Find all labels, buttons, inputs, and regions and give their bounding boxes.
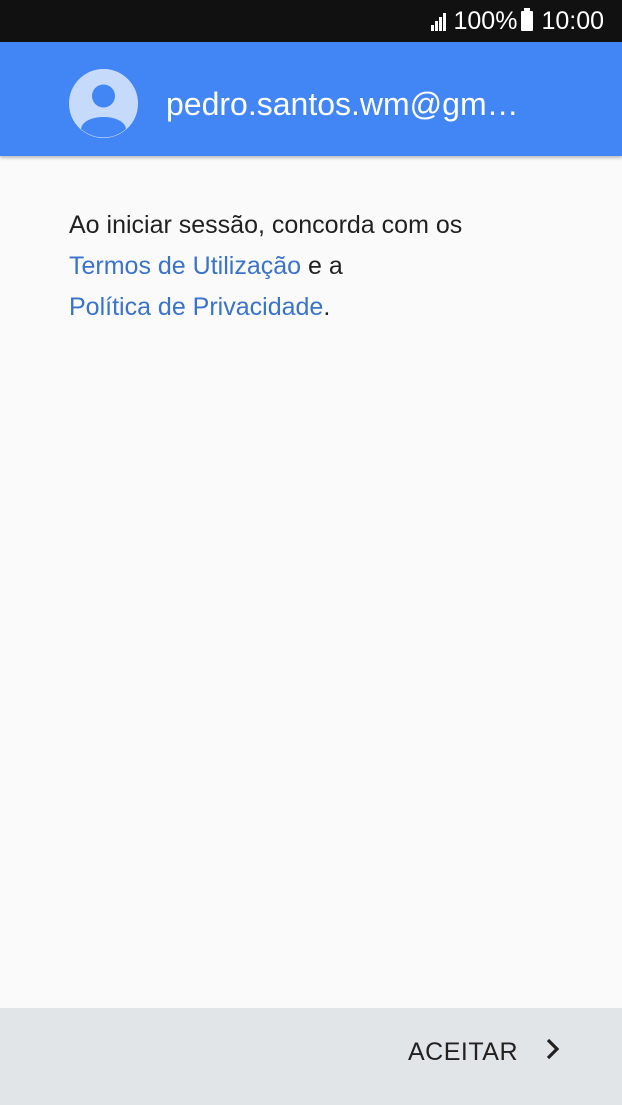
battery-percent: 100%	[453, 6, 518, 35]
terms-end-text: .	[323, 293, 331, 321]
chevron-right-icon	[546, 1038, 560, 1067]
privacy-policy-link[interactable]: Política de Privacidade	[69, 293, 323, 321]
account-header: pedro.santos.wm@gm…	[0, 42, 622, 156]
status-bar: 100% 10:00	[0, 0, 622, 42]
terms-notice: Ao iniciar sessão, concorda com os Termo…	[69, 205, 569, 328]
clock: 10:00	[541, 6, 604, 35]
signal-icon	[431, 11, 447, 31]
accept-button[interactable]: ACEITAR	[408, 1038, 560, 1067]
account-avatar-icon	[69, 69, 138, 138]
terms-intro-text: Ao iniciar sessão, concorda com os	[69, 211, 463, 239]
terms-of-use-link[interactable]: Termos de Utilização	[69, 252, 301, 280]
terms-connector-text: e a	[307, 252, 343, 280]
accept-button-label: ACEITAR	[408, 1038, 518, 1066]
footer-bar: ACEITAR	[0, 1008, 622, 1105]
battery-icon	[521, 8, 534, 31]
account-email: pedro.santos.wm@gm…	[166, 86, 519, 122]
